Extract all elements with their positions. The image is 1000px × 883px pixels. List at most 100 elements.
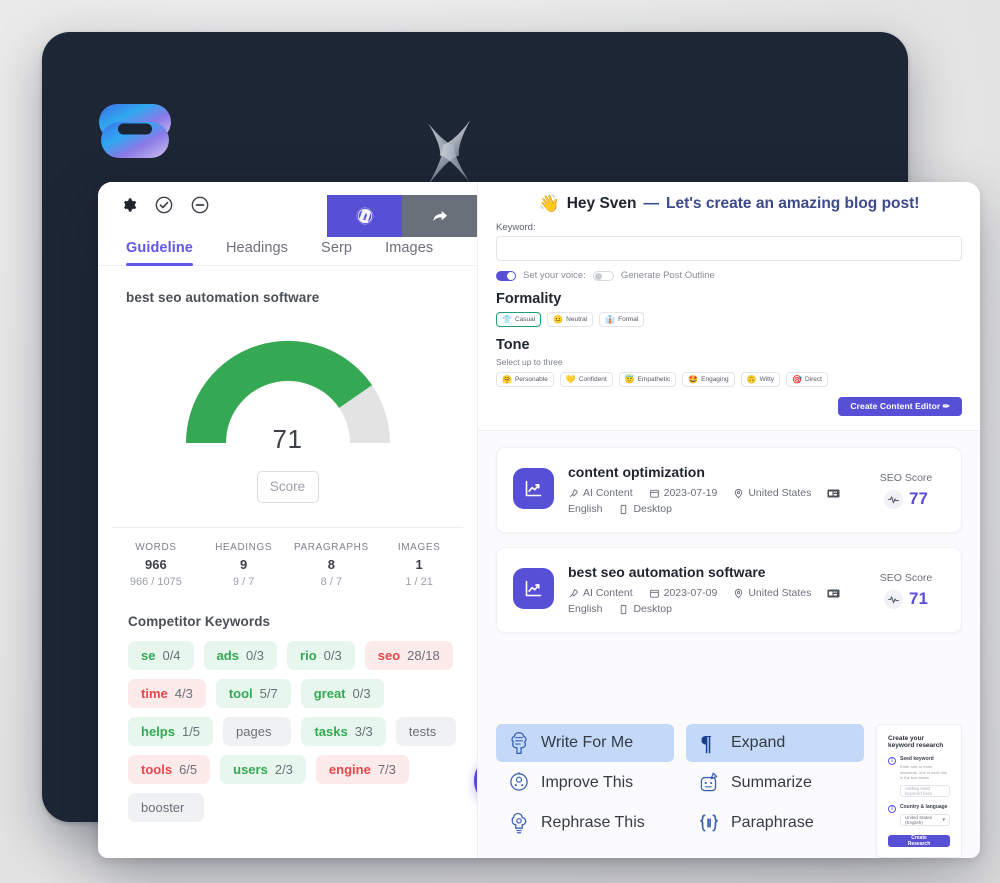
keyword-input[interactable] [496,236,962,261]
tab-images[interactable]: Images [385,240,433,265]
keyword-chip[interactable]: great 0/3 [300,679,384,708]
country-language-select[interactable]: United States (English) ▾ [900,814,950,826]
keyword-chip[interactable]: tests [395,717,457,746]
tool-summarize[interactable]: Summarize [686,764,864,802]
meta-location-text: United States [748,587,812,599]
card-title: content optimization [568,464,705,480]
keyword-chip[interactable]: booster [128,793,205,822]
tab-serp[interactable]: Serp [321,240,352,265]
keyword-chip[interactable]: rio 0/3 [287,641,355,670]
chip-word: booster [141,800,185,815]
formality-option-casual[interactable]: 👕 Casual [496,312,542,327]
chip-word: ads [216,648,239,663]
tool-improve-this[interactable]: Improve This [496,764,674,802]
gear-icon[interactable] [118,195,138,215]
share-arrow-icon [432,211,447,221]
tool-label: Rephrase This [541,814,645,832]
toggle-row: Set your voice: Generate Post Outline [496,270,962,281]
chip-count: 6/5 [179,762,198,777]
stat-label: IMAGES [397,542,441,553]
tab-guideline[interactable]: Guideline [126,240,193,266]
target-icon: 🎯 [792,374,802,384]
keyword-chip[interactable]: time 4/3 [128,679,206,708]
svg-text:¶: ¶ [700,732,712,756]
set-your-voice-toggle[interactable] [496,270,516,281]
meta-date-text: 2023-07-19 [663,487,718,499]
meta-date-text: 2023-07-09 [663,587,718,599]
meta-date: 2023-07-09 [649,587,718,599]
formality-option-neutral[interactable]: 😐 Neutral [547,312,594,327]
meta-location-text: United States [748,487,812,499]
tool-label: Improve This [541,774,634,792]
content-card[interactable]: best seo automation software AI Content … [496,547,962,633]
create-content-editor-button[interactable]: Create Content Editor ✏ [838,397,962,416]
seed-keyword-input[interactable]: Adding seed keyword here [900,785,950,797]
keyword-chip[interactable]: tasks 3/3 [301,717,386,746]
score-button[interactable]: Score [256,471,319,503]
formality-options: 👕 Casual 😐 Neutral 👔 Formal [496,312,962,327]
hero-title: 👋 Hey Sven — Let's create an amazing blo… [496,194,962,222]
keyword-chip[interactable]: ads 0/3 [203,641,278,670]
score-label: SEO Score [879,572,933,584]
tone-option-direct[interactable]: 🎯 Direct [786,372,828,387]
kw-research-step-2: 2 Country & language United States (Engl… [888,804,950,826]
set-your-voice-label: Set your voice: [523,270,586,281]
keyword-chip[interactable]: seo 28/18 [364,641,453,670]
create-editor-row: Create Content Editor ✏ [496,397,962,416]
keyword-chip[interactable]: se 0/4 [128,641,194,670]
keyboard-icon [827,489,840,497]
keyword-chip[interactable]: users 2/3 [220,755,306,784]
chip-count: 0/3 [245,648,265,663]
step-label: Seed keyword [900,756,934,763]
score-label: SEO Score [879,472,933,484]
keyword-chip[interactable]: engine 7/3 [315,755,409,784]
tab-headings[interactable]: Headings [226,240,288,265]
keyword-chip[interactable]: pages [223,717,292,746]
stat-label: PARAGRAPHS [294,542,369,553]
pill-label: Casual [514,316,536,323]
pulse-icon [884,589,904,609]
chip-count: 7/3 [377,762,396,777]
keyword-chip[interactable]: helps 1/5 [128,717,214,746]
create-research-button[interactable]: Create Research [888,835,950,847]
card-title: best seo automation software [568,564,766,580]
tool-expand[interactable]: ¶ Expand [686,724,864,763]
smiling-face-icon: 😇 [624,374,635,384]
keyword-chip[interactable]: tools 6/5 [128,755,211,784]
meta-device-text: Desktop [633,503,672,515]
wordpress-icon [356,207,373,225]
tone-option-personable[interactable]: 🤗 Personable [496,372,554,387]
ai-writer-icon [511,732,527,755]
robot-note-icon [700,772,718,792]
minus-circle-icon[interactable] [190,195,210,215]
generate-post-outline-toggle[interactable] [592,270,614,281]
chip-count: 0/3 [352,686,371,701]
content-card[interactable]: content optimization AI Content 2023-07-… [496,447,962,533]
check-circle-icon[interactable] [154,195,174,215]
pill-label: Personable [514,376,548,383]
card-score: SEO Score 77 [867,462,945,509]
keyword-chip[interactable]: tool 5/7 [215,679,291,708]
tone-option-witty[interactable]: 🙃 Witty [740,372,781,387]
calendar-icon [649,489,659,498]
tool-rephrase-this[interactable]: Rephrase This [496,804,674,842]
tool-paraphrase[interactable]: Paraphrase [686,804,864,842]
tone-option-confident[interactable]: 💛 Confident [559,372,613,387]
robot-head-icon [510,772,528,791]
app-window: Guideline Headings Serp Images best seo … [98,182,980,858]
chip-count: 0/3 [323,648,342,663]
stat-sub: 8 / 7 [320,576,343,588]
tone-option-empathetic[interactable]: 😇 Empathetic [618,372,677,387]
upside-down-face-icon: 🙃 [746,374,757,384]
tone-option-engaging[interactable]: 🤩 Engaging [682,372,735,387]
stat-label: HEADINGS [215,542,273,553]
pill-label: Witty [759,376,775,383]
card-meta: AI Content 2023-07-19 United States Engl… [568,487,853,515]
chevron-down-icon: ▾ [942,817,945,823]
pin-icon [735,488,743,498]
tool-write-for-me[interactable]: Write For Me [496,724,674,763]
formality-option-formal[interactable]: 👔 Formal [599,312,645,327]
chip-word: users [233,762,268,777]
meta-type: AI Content [568,487,633,499]
keyword-research-widget: Create your keyword research 1 Seed keyw… [876,724,962,858]
